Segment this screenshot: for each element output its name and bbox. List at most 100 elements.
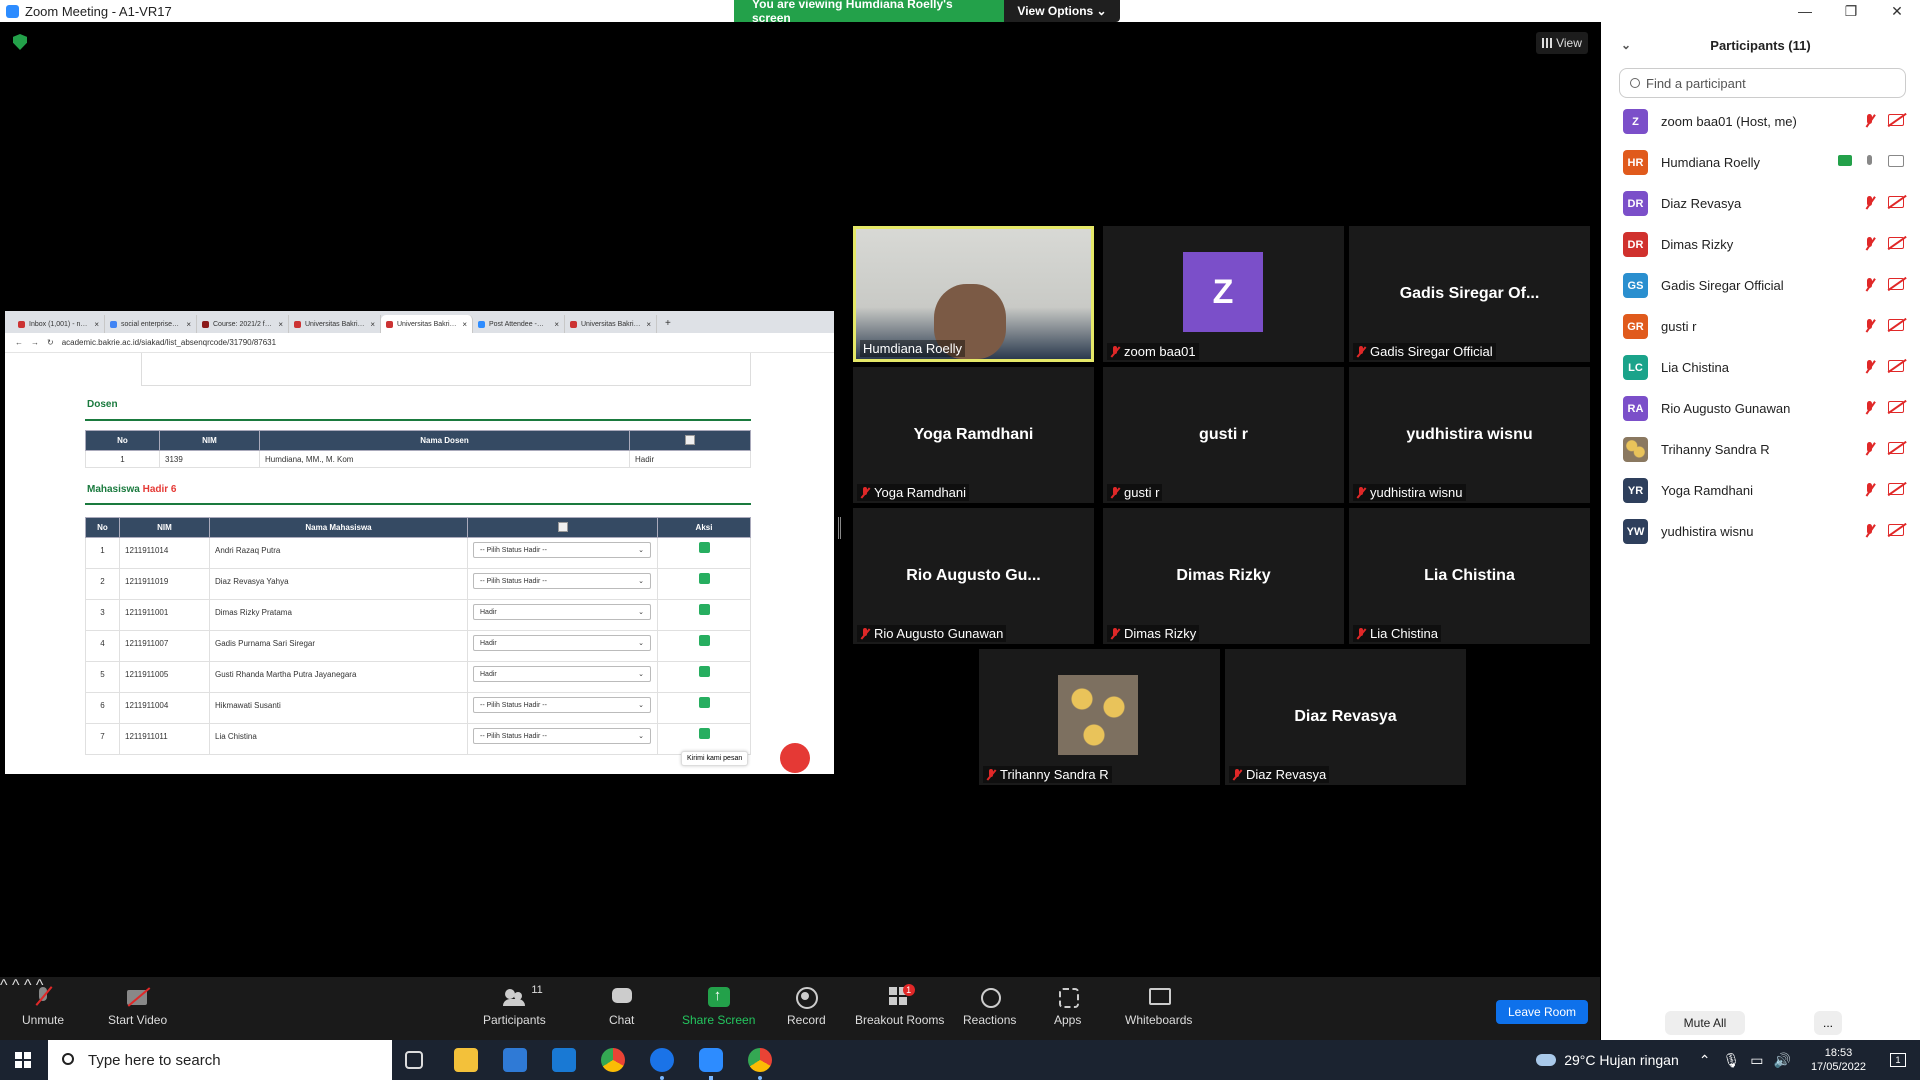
tab-close-icon[interactable]: × <box>462 320 467 329</box>
windows-start-icon[interactable] <box>15 1052 31 1068</box>
browser-tab[interactable]: Inbox (1,001) - n… × <box>13 315 105 333</box>
save-action-icon[interactable] <box>698 542 710 553</box>
microphone-muted-icon[interactable] <box>1864 237 1876 251</box>
video-off-icon[interactable] <box>1888 237 1904 249</box>
start-video-button[interactable]: Start Video <box>108 987 167 1027</box>
microsoft-store-icon[interactable] <box>503 1048 527 1072</box>
unmute-button[interactable]: Unmute <box>22 987 64 1027</box>
browser-tab[interactable]: Post Attendee -… × <box>473 315 565 333</box>
tray-mic-icon[interactable]: 🎙 <box>1722 1052 1740 1069</box>
chat-widget-icon[interactable] <box>780 743 810 773</box>
status-select[interactable]: -- Pilih Status Hadir -- ⌄ <box>473 697 651 713</box>
microphone-muted-icon[interactable] <box>1864 524 1876 538</box>
back-icon[interactable]: ← <box>15 338 23 347</box>
browser-tab-active[interactable]: Universitas Bakri… × <box>381 315 473 333</box>
reactions-button[interactable]: Reactions <box>963 987 1016 1027</box>
save-action-icon[interactable] <box>698 635 710 646</box>
video-off-icon[interactable] <box>1888 483 1904 495</box>
reload-icon[interactable]: ↻ <box>47 338 54 347</box>
participant-row[interactable]: GS Gadis Siregar Official <box>1601 265 1920 306</box>
tab-close-icon[interactable]: × <box>94 320 99 329</box>
view-options-button[interactable]: View Options ⌄ <box>1004 0 1120 22</box>
chat-button[interactable]: Chat <box>609 987 634 1027</box>
participants-button[interactable]: 11 Participants <box>483 984 546 1027</box>
video-off-icon[interactable] <box>1888 319 1904 331</box>
video-tile[interactable]: yudhistira wisnu yudhistira wisnu <box>1349 367 1590 503</box>
participant-search-input[interactable]: Find a participant <box>1619 68 1906 98</box>
status-select[interactable]: -- Pilih Status Hadir -- ⌄ <box>473 573 651 589</box>
teamviewer-icon[interactable] <box>650 1048 674 1072</box>
tray-expand-icon[interactable]: ⌃ <box>1699 1052 1711 1069</box>
tab-close-icon[interactable]: × <box>186 320 191 329</box>
browser-address-bar[interactable]: ← → ↻ academic.bakrie.ac.id/siakad/list_… <box>5 333 834 353</box>
chevron-down-icon[interactable]: ⌄ <box>1621 38 1631 52</box>
tab-close-icon[interactable]: × <box>646 320 651 329</box>
video-off-icon[interactable] <box>1888 524 1904 536</box>
file-explorer-icon[interactable] <box>454 1048 478 1072</box>
video-tile[interactable]: Lia Chistina Lia Chistina <box>1349 508 1590 644</box>
status-select[interactable]: Hadir ⌄ <box>473 666 651 682</box>
video-tile[interactable]: Dimas Rizky Dimas Rizky <box>1103 508 1344 644</box>
save-action-icon[interactable] <box>698 728 710 739</box>
save-action-icon[interactable] <box>698 697 710 708</box>
save-action-icon[interactable] <box>698 604 710 615</box>
shared-screen[interactable]: Inbox (1,001) - n… × social enterprise… × … <box>5 311 834 774</box>
tab-close-icon[interactable]: × <box>370 320 375 329</box>
participant-row[interactable]: DR Dimas Rizky <box>1601 224 1920 265</box>
video-tile[interactable]: Yoga Ramdhani Yoga Ramdhani <box>853 367 1094 503</box>
task-view-icon[interactable] <box>405 1051 423 1069</box>
video-tile[interactable]: Gadis Siregar Of... Gadis Siregar Officia… <box>1349 226 1590 362</box>
audio-options-caret-icon[interactable]: ^ <box>0 977 8 994</box>
video-off-icon[interactable] <box>1888 401 1904 413</box>
chrome-icon[interactable] <box>601 1048 625 1072</box>
microphone-muted-icon[interactable] <box>1864 401 1876 415</box>
split-divider-handle[interactable] <box>838 517 841 539</box>
participant-row[interactable]: LC Lia Chistina <box>1601 347 1920 388</box>
col-header-checkbox[interactable] <box>629 430 751 451</box>
new-tab-icon[interactable]: + <box>657 318 679 333</box>
leave-room-button[interactable]: Leave Room <box>1496 1000 1588 1024</box>
browser-tab[interactable]: Universitas Bakri… × <box>289 315 381 333</box>
video-off-icon[interactable] <box>1888 196 1904 208</box>
mute-all-button[interactable]: Mute All <box>1665 1010 1745 1035</box>
select-all-checkbox[interactable] <box>557 521 568 532</box>
close-button[interactable]: ✕ <box>1874 0 1920 22</box>
save-action-icon[interactable] <box>698 666 710 677</box>
participant-row[interactable]: Zzoom baa01 (Host, me) <box>1601 101 1920 142</box>
participant-row[interactable]: GR gusti r <box>1601 306 1920 347</box>
tab-close-icon[interactable]: × <box>278 320 283 329</box>
status-select[interactable]: -- Pilih Status Hadir -- ⌄ <box>473 542 651 558</box>
col-header-checkbox[interactable] <box>467 517 658 538</box>
zoom-taskbar-icon[interactable] <box>699 1048 723 1072</box>
volume-icon[interactable]: 🔊 <box>1774 1052 1791 1069</box>
video-tile[interactable]: Rio Augusto Gu... Rio Augusto Gunawan <box>853 508 1094 644</box>
video-off-icon[interactable] <box>1888 360 1904 372</box>
encryption-shield-icon[interactable] <box>13 34 27 50</box>
video-camera-icon[interactable] <box>1888 155 1904 167</box>
video-tile[interactable]: Humdiana Roelly <box>853 226 1094 362</box>
microphone-muted-icon[interactable] <box>1864 114 1876 128</box>
participant-row[interactable]: Trihanny Sandra R <box>1601 429 1920 470</box>
participant-row[interactable]: DR Diaz Revasya <box>1601 183 1920 224</box>
browser-tab[interactable]: Course: 2021/2 f… × <box>197 315 289 333</box>
microphone-muted-icon[interactable] <box>1864 360 1876 374</box>
url-text[interactable]: academic.bakrie.ac.id/siakad/list_absenq… <box>62 338 276 347</box>
video-off-icon[interactable] <box>1888 278 1904 290</box>
video-tile[interactable]: Trihanny Sandra R <box>979 649 1220 785</box>
network-icon[interactable]: ▭ <box>1750 1052 1763 1069</box>
whiteboards-button[interactable]: Whiteboards <box>1125 987 1192 1027</box>
weather-text[interactable]: 29°C Hujan ringan <box>1564 1052 1679 1068</box>
microphone-muted-icon[interactable] <box>1864 483 1876 497</box>
microphone-icon[interactable] <box>1864 155 1876 169</box>
video-off-icon[interactable] <box>1888 114 1904 126</box>
video-options-caret-icon[interactable]: ^ <box>12 977 20 994</box>
participant-row[interactable]: YR Yoga Ramdhani <box>1601 470 1920 511</box>
tab-close-icon[interactable]: × <box>554 320 559 329</box>
record-button[interactable]: Record <box>787 987 826 1027</box>
chrome-profile-icon[interactable] <box>748 1048 772 1072</box>
save-action-icon[interactable] <box>698 573 710 584</box>
participant-row[interactable]: RA Rio Augusto Gunawan <box>1601 388 1920 429</box>
select-all-checkbox[interactable] <box>685 434 695 445</box>
video-tile[interactable]: gusti r gusti r <box>1103 367 1344 503</box>
notification-center-icon[interactable]: 1 <box>1890 1053 1906 1067</box>
